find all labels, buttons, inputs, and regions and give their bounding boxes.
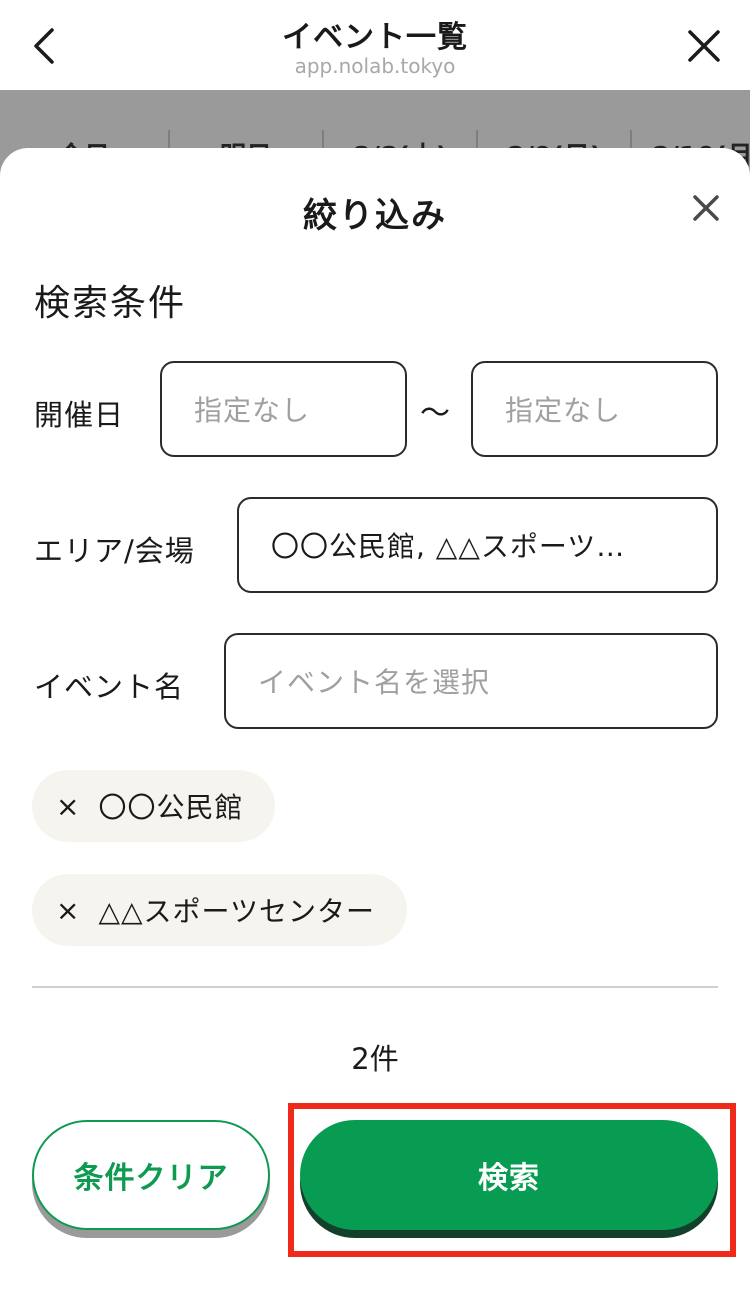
chip-venue-2[interactable]: × △△スポーツセンター	[32, 874, 407, 946]
date-label: 開催日	[34, 398, 125, 432]
chip-label: 〇〇公民館	[98, 791, 244, 824]
date-from-field[interactable]: 指定なし	[160, 361, 407, 457]
event-name-field[interactable]: イベント名を選択	[224, 633, 718, 729]
area-field[interactable]: 〇〇公民館, △△スポーツ…	[237, 497, 718, 593]
area-value: 〇〇公民館, △△スポーツ…	[271, 530, 626, 563]
page-url: app.nolab.tokyo	[294, 54, 456, 78]
event-name-placeholder: イベント名を選択	[258, 666, 491, 699]
event-name-label: イベント名	[34, 670, 185, 704]
divider	[32, 986, 718, 988]
sheet-title: 絞り込み	[303, 196, 447, 236]
page-title: イベント一覧	[282, 20, 468, 55]
date-to-placeholder: 指定なし	[505, 394, 622, 427]
sheet-close-button[interactable]	[690, 192, 722, 224]
result-count: 2件	[351, 1042, 399, 1076]
area-label: エリア/会場	[34, 534, 195, 568]
chip-venue-1[interactable]: × 〇〇公民館	[32, 770, 276, 842]
close-icon	[693, 195, 719, 221]
search-button[interactable]: 検索	[300, 1120, 718, 1230]
clear-conditions-button[interactable]: 条件クリア	[32, 1120, 270, 1230]
remove-chip-icon[interactable]: ×	[56, 894, 80, 927]
app-header: イベント一覧 app.nolab.tokyo	[0, 0, 750, 90]
close-page-button[interactable]	[680, 22, 728, 70]
date-separator: 〜	[420, 396, 450, 431]
date-to-field[interactable]: 指定なし	[471, 361, 718, 457]
chip-label: △△スポーツセンター	[98, 895, 375, 928]
remove-chip-icon[interactable]: ×	[56, 790, 80, 823]
filter-sheet: 絞り込み 検索条件 開催日 指定なし 〜 指定なし エリア/会場 〇〇公民館, …	[0, 148, 750, 1295]
section-heading: 検索条件	[34, 283, 187, 324]
date-from-placeholder: 指定なし	[194, 394, 311, 427]
close-icon	[688, 30, 720, 62]
